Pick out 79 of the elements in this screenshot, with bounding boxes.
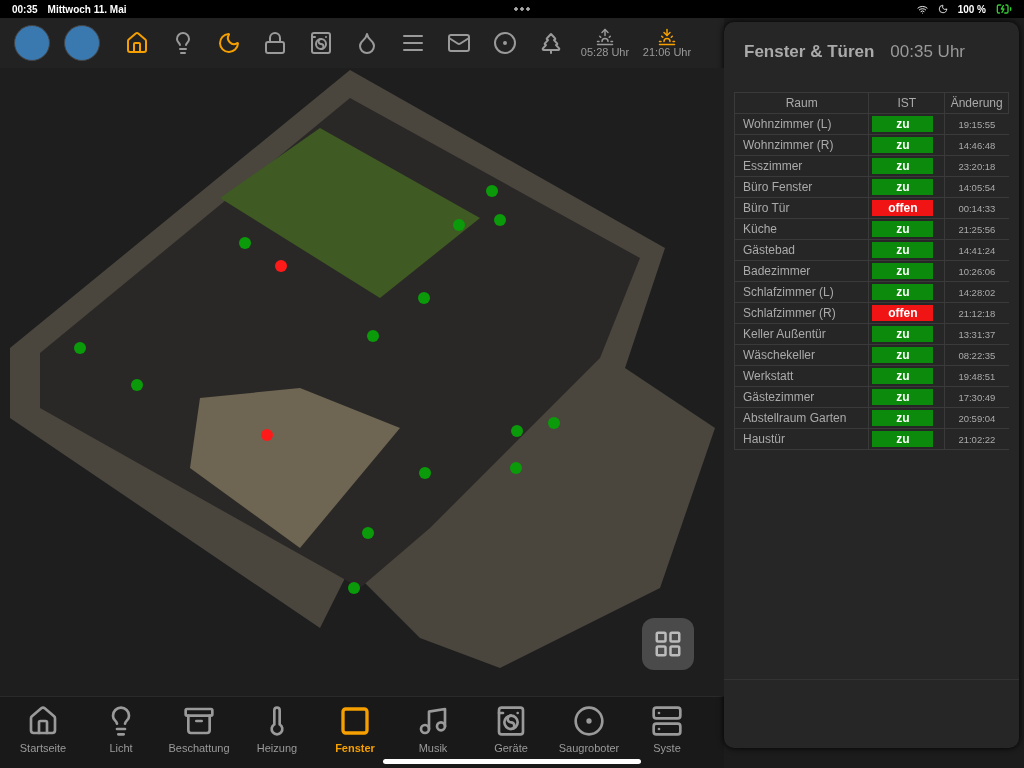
table-cell: 13:31:37 [944,323,1009,345]
status-badge: zu [872,179,934,195]
avatar[interactable] [64,25,100,61]
table-cell: Haustür [734,428,869,450]
status-badge: offen [872,305,934,321]
table-cell: Schlafzimmer (L) [734,281,869,303]
nav-tab[interactable]: Licht [82,697,160,768]
table-cell: Gästebad [734,239,869,261]
sun-time: 21:06 Uhr [642,46,692,58]
table-cell: 19:48:51 [944,365,1009,387]
floor-plan-button[interactable] [642,618,694,670]
wifi-icon [916,3,928,15]
column-header: Raum [734,92,869,114]
table-cell: 14:46:48 [944,134,1009,156]
table-cell: 20:59:04 [944,407,1009,429]
music-note-icon [417,705,449,737]
table-cell: 19:15:55 [944,113,1009,135]
battery-icon [996,1,1012,17]
status-badge: zu [872,116,934,132]
column-header: IST [868,92,945,114]
multitask-dots-icon[interactable] [512,7,531,11]
nav-tab[interactable]: Saugroboter [550,697,628,768]
table-cell: Küche [734,218,869,240]
status-badge: zu [872,368,934,384]
nav-tab[interactable]: Syste [628,697,706,768]
status-badge: zu [872,347,934,363]
status-badge: zu [872,284,934,300]
status-badge: zu [872,263,934,279]
table-cell: Badezimmer [734,260,869,282]
clock-time: 00:35 [12,3,38,15]
table-cell: Gästezimmer [734,386,869,408]
window-icon [339,705,371,737]
table-cell: Schlafzimmer (R) [734,302,869,324]
panel-title: Fenster & Türen [744,42,875,62]
status-badge: zu [872,137,934,153]
table-cell: 21:25:56 [944,218,1009,240]
table-cell: Wohnzimmer (L) [734,113,869,135]
nav-tab[interactable]: Geräte [472,697,550,768]
table-cell: Werkstatt [734,365,869,387]
table-cell: Esszimmer [734,155,869,177]
table-cell: Keller Außentür [734,323,869,345]
table-cell: 10:26:06 [944,260,1009,282]
washing-machine-icon [495,705,527,737]
column-header: Änderung [944,92,1009,114]
nav-tab[interactable]: Heizung [238,697,316,768]
table-cell: 17:30:49 [944,386,1009,408]
status-badge: zu [872,410,934,426]
table-cell: 08:22:35 [944,344,1009,366]
date-text: Mittwoch 11. Mai [47,3,127,15]
table-cell: Wohnzimmer (R) [734,134,869,156]
table-cell: Büro Tür [734,197,869,219]
house-icon [27,705,59,737]
table-cell: 21:12:18 [944,302,1009,324]
nav-tab[interactable]: Beschattung [160,697,238,768]
table-cell: Büro Fenster [734,176,869,198]
status-badge: zu [872,242,934,258]
sun-time: 05:28 Uhr [580,46,630,58]
status-badge: zu [872,326,934,342]
table-cell: Abstellraum Garten [734,407,869,429]
avatar[interactable] [14,25,50,61]
status-badge: offen [872,200,934,216]
panel-time: 00:35 Uhr [890,42,966,62]
server-icon [651,705,683,737]
table-cell: 21:02:22 [944,428,1009,450]
table-cell: 14:41:24 [944,239,1009,261]
moon-icon [937,4,948,14]
status-badge: zu [872,221,934,237]
battery-percent: 100 % [957,3,986,15]
nav-tab[interactable]: Startseite [4,697,82,768]
status-badge: zu [872,158,934,174]
table-cell: 23:20:18 [944,155,1009,177]
nav-tab[interactable]: Fenster [316,697,394,768]
table-cell: Wäschekeller [734,344,869,366]
table-cell: 14:28:02 [944,281,1009,303]
table-cell: 14:05:54 [944,176,1009,198]
table-cell: 00:14:33 [944,197,1009,219]
status-badge: zu [872,389,934,405]
nav-tab[interactable]: Musik [394,697,472,768]
status-badge: zu [872,431,934,447]
